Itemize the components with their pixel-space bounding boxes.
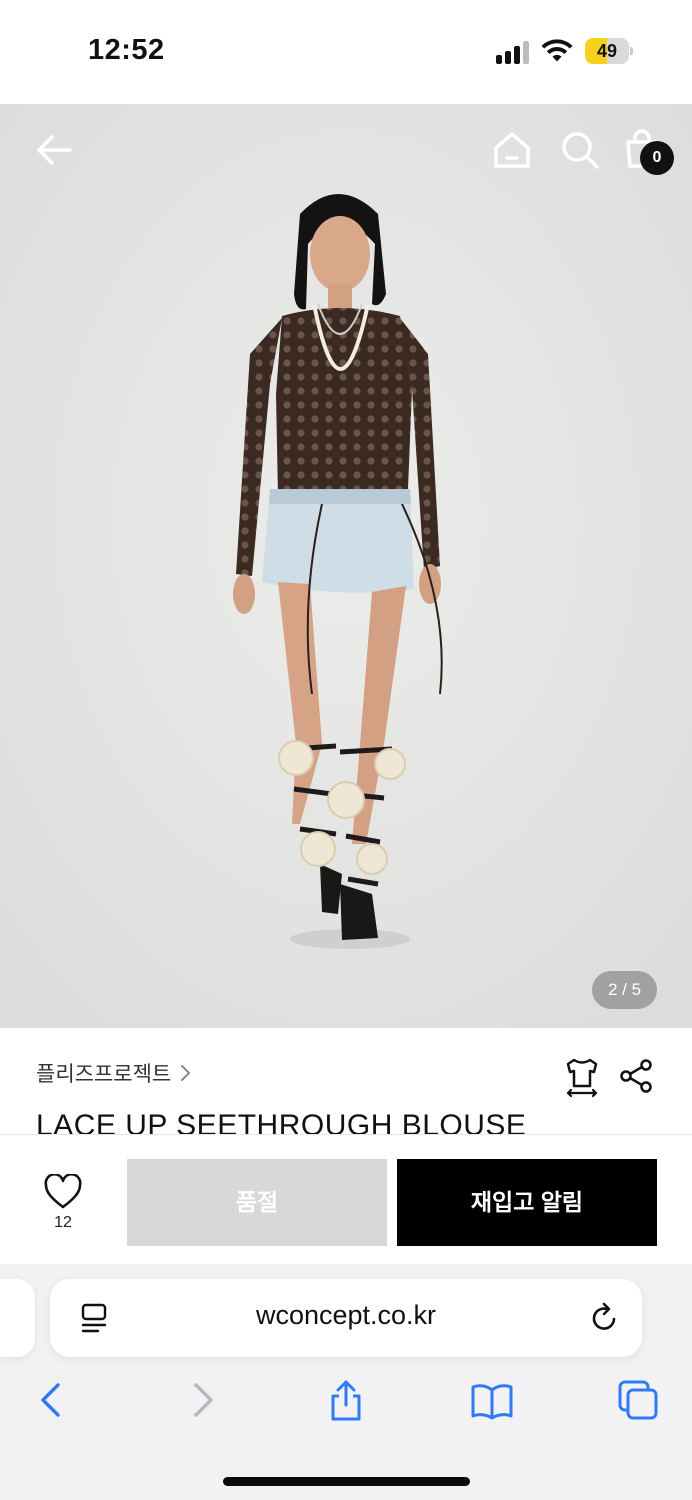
home-icon[interactable] [488, 126, 536, 174]
like-count: 12 [54, 1214, 72, 1231]
product-title: LACE UP SEETHROUGH BLOUSE [36, 1109, 527, 1134]
bookmarks-icon[interactable] [470, 1378, 514, 1422]
wifi-icon [541, 39, 573, 62]
status-time: 12:52 [88, 34, 165, 66]
product-photo [0, 104, 692, 1028]
previous-tab-card[interactable] [0, 1279, 35, 1357]
product-image-carousel[interactable]: 2 / 5 [0, 104, 692, 1028]
status-bar: 12:52 49 [0, 0, 692, 104]
reader-mode-icon[interactable] [80, 1302, 108, 1334]
home-indicator [223, 1477, 470, 1486]
back-arrow-icon[interactable] [30, 126, 78, 174]
tabs-icon[interactable] [616, 1378, 660, 1422]
browser-share-icon[interactable] [324, 1378, 368, 1422]
browser-back-icon[interactable] [30, 1378, 74, 1422]
url-text[interactable]: wconcept.co.kr [150, 1300, 542, 1331]
restock-alert-button[interactable]: 재입고 알림 [397, 1159, 657, 1246]
browser-forward-icon[interactable] [180, 1378, 224, 1422]
share-icon[interactable] [618, 1058, 654, 1094]
product-title-container: LACE UP SEETHROUGH BLOUSE [36, 1106, 656, 1134]
soldout-button[interactable]: 품절 [127, 1159, 387, 1246]
cellular-signal-icon [496, 40, 532, 64]
brand-link[interactable]: 플리즈프로젝트 [36, 1056, 193, 1090]
size-guide-icon[interactable] [562, 1056, 602, 1098]
search-icon[interactable] [556, 126, 604, 174]
cart-count-badge: 0 [640, 141, 674, 175]
battery-percent: 49 [596, 41, 618, 61]
reload-icon[interactable] [588, 1302, 620, 1334]
battery-indicator: 49 [585, 38, 633, 64]
image-page-indicator: 2 / 5 [592, 971, 657, 1009]
heart-icon[interactable] [43, 1174, 83, 1210]
brand-name: 플리즈프로젝트 [36, 1063, 172, 1086]
chevron-right-icon [181, 1065, 191, 1081]
